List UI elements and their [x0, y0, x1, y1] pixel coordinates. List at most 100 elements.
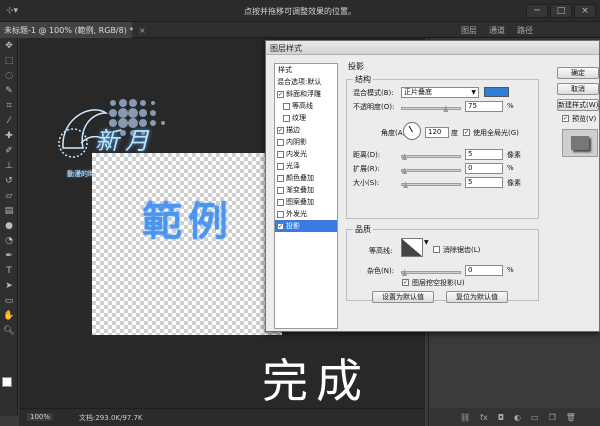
- style-item[interactable]: 颜色叠加: [275, 172, 337, 184]
- fx-icon[interactable]: fx: [480, 413, 488, 422]
- tab-layers[interactable]: 图层: [455, 22, 483, 38]
- adjustment-icon[interactable]: ◐: [514, 413, 521, 422]
- path-select-icon[interactable]: ➤: [0, 278, 18, 293]
- distance-slider-thumb[interactable]: [402, 153, 407, 160]
- history-brush-icon[interactable]: ↺: [0, 173, 18, 188]
- crop-icon[interactable]: ⌗: [0, 98, 18, 113]
- style-item-checkbox[interactable]: [277, 138, 284, 146]
- size-input[interactable]: 5: [465, 177, 503, 188]
- contour-dropdown-icon[interactable]: ▼: [424, 239, 429, 246]
- style-item[interactable]: 光泽: [275, 160, 337, 172]
- anti-alias-checkbox[interactable]: [433, 246, 440, 253]
- opacity-slider-thumb[interactable]: [443, 105, 449, 112]
- shadow-color-swatch[interactable]: [484, 87, 509, 97]
- style-item[interactable]: 内阴影: [275, 136, 337, 148]
- move-icon[interactable]: ✥: [0, 38, 18, 53]
- noise-slider-thumb[interactable]: [402, 269, 407, 276]
- noise-slider[interactable]: [401, 269, 461, 276]
- style-item[interactable]: 纹理: [275, 112, 337, 124]
- group-icon[interactable]: ▭: [531, 413, 539, 422]
- style-item-checkbox[interactable]: [277, 174, 284, 182]
- gradient-icon[interactable]: ▤: [0, 203, 18, 218]
- blur-icon[interactable]: ●: [0, 218, 18, 233]
- noise-unit: %: [507, 266, 514, 274]
- distance-unit: 像素: [507, 151, 521, 159]
- blend-mode-select[interactable]: 正片叠底 ▼: [401, 87, 479, 98]
- stamp-icon[interactable]: ⊥: [0, 158, 18, 173]
- angle-input[interactable]: 120: [425, 127, 449, 138]
- style-item-checkbox[interactable]: [277, 222, 284, 230]
- link-layers-icon[interactable]: ⛓: [460, 413, 470, 422]
- distance-slider[interactable]: [401, 153, 461, 160]
- make-default-button[interactable]: 设置为默认值: [372, 291, 434, 303]
- distance-input[interactable]: 5: [465, 149, 503, 160]
- new-layer-icon[interactable]: ❐: [549, 413, 556, 422]
- marquee-icon[interactable]: ⬚: [0, 53, 18, 68]
- eraser-icon[interactable]: ▱: [0, 188, 18, 203]
- knockout-checkbox[interactable]: [402, 279, 409, 286]
- opacity-input[interactable]: 75: [465, 101, 503, 112]
- style-item[interactable]: 外发光: [275, 208, 337, 220]
- style-item-checkbox[interactable]: [283, 114, 290, 122]
- style-item-checkbox[interactable]: [277, 186, 284, 194]
- trash-icon[interactable]: 🗑︎: [566, 413, 576, 422]
- style-item[interactable]: 内发光: [275, 148, 337, 160]
- style-item[interactable]: 投影: [275, 220, 337, 232]
- quick-select-icon[interactable]: ✎: [0, 83, 18, 98]
- document-canvas[interactable]: 範例: [92, 153, 282, 335]
- style-item[interactable]: 混合选项:默认: [275, 76, 337, 88]
- style-item[interactable]: 图案叠加: [275, 196, 337, 208]
- close-window-button[interactable]: ×: [574, 4, 596, 18]
- spread-input[interactable]: 0: [465, 163, 503, 174]
- close-icon[interactable]: ×: [139, 26, 146, 35]
- noise-label: 杂色(N):: [367, 267, 395, 275]
- style-item[interactable]: 斜面和浮雕: [275, 88, 337, 100]
- brush-icon[interactable]: ✐: [0, 143, 18, 158]
- style-item-checkbox[interactable]: [277, 126, 284, 134]
- style-item-checkbox[interactable]: [277, 162, 284, 170]
- spread-slider[interactable]: [401, 167, 461, 174]
- style-item-checkbox[interactable]: [283, 102, 290, 110]
- angle-dial[interactable]: [403, 122, 421, 140]
- cancel-button[interactable]: 取消: [557, 83, 599, 95]
- mask-icon[interactable]: ◘: [498, 413, 504, 422]
- shape-icon[interactable]: ▭: [0, 293, 18, 308]
- style-item-checkbox[interactable]: [277, 210, 284, 218]
- tab-channels[interactable]: 通道: [483, 22, 511, 38]
- ok-button[interactable]: 确定: [557, 67, 599, 79]
- lasso-icon[interactable]: ◌: [0, 68, 18, 83]
- minimize-button[interactable]: ─: [526, 4, 548, 18]
- hand-icon[interactable]: ✋: [0, 308, 18, 323]
- eyedropper-icon[interactable]: ⁄: [0, 113, 18, 128]
- new-style-button[interactable]: 新建样式(W)...: [557, 99, 600, 111]
- style-item-checkbox[interactable]: [277, 90, 284, 98]
- style-item-label: 渐变叠加: [286, 186, 314, 194]
- zoom-icon[interactable]: 🔍︎: [0, 323, 18, 338]
- global-light-checkbox[interactable]: [463, 129, 470, 136]
- style-item[interactable]: 等高线: [275, 100, 337, 112]
- size-slider[interactable]: [401, 181, 461, 188]
- preview-checkbox[interactable]: [562, 115, 569, 122]
- opacity-slider[interactable]: [401, 105, 461, 112]
- style-item[interactable]: 描边: [275, 124, 337, 136]
- contour-picker[interactable]: [401, 238, 423, 257]
- document-tab[interactable]: 未标题-1 @ 100% (範例, RGB/8) * ×: [0, 22, 146, 38]
- pen-icon[interactable]: ✒: [0, 248, 18, 263]
- type-icon[interactable]: T: [0, 263, 18, 278]
- spread-slider-thumb[interactable]: [402, 167, 407, 174]
- panel-tabs: 图层 通道 路径: [455, 22, 539, 38]
- tab-paths[interactable]: 路径: [511, 22, 539, 38]
- size-slider-thumb[interactable]: [403, 181, 409, 188]
- foreground-color-swatch[interactable]: [2, 377, 12, 387]
- layer-style-dialog: 图层样式 样式 混合选项:默认斜面和浮雕等高线纹理描边内阴影内发光光泽颜色叠加渐…: [265, 40, 600, 332]
- maximize-button[interactable]: □: [550, 4, 572, 18]
- noise-input[interactable]: 0: [465, 265, 503, 276]
- style-item-checkbox[interactable]: [277, 150, 284, 158]
- zoom-level[interactable]: 100%: [27, 413, 54, 421]
- styles-header[interactable]: 样式: [275, 64, 337, 76]
- style-item[interactable]: 渐变叠加: [275, 184, 337, 196]
- style-item-checkbox[interactable]: [277, 198, 284, 206]
- healing-icon[interactable]: ✚: [0, 128, 18, 143]
- dodge-icon[interactable]: ◔: [0, 233, 18, 248]
- reset-default-button[interactable]: 复位为默认值: [446, 291, 508, 303]
